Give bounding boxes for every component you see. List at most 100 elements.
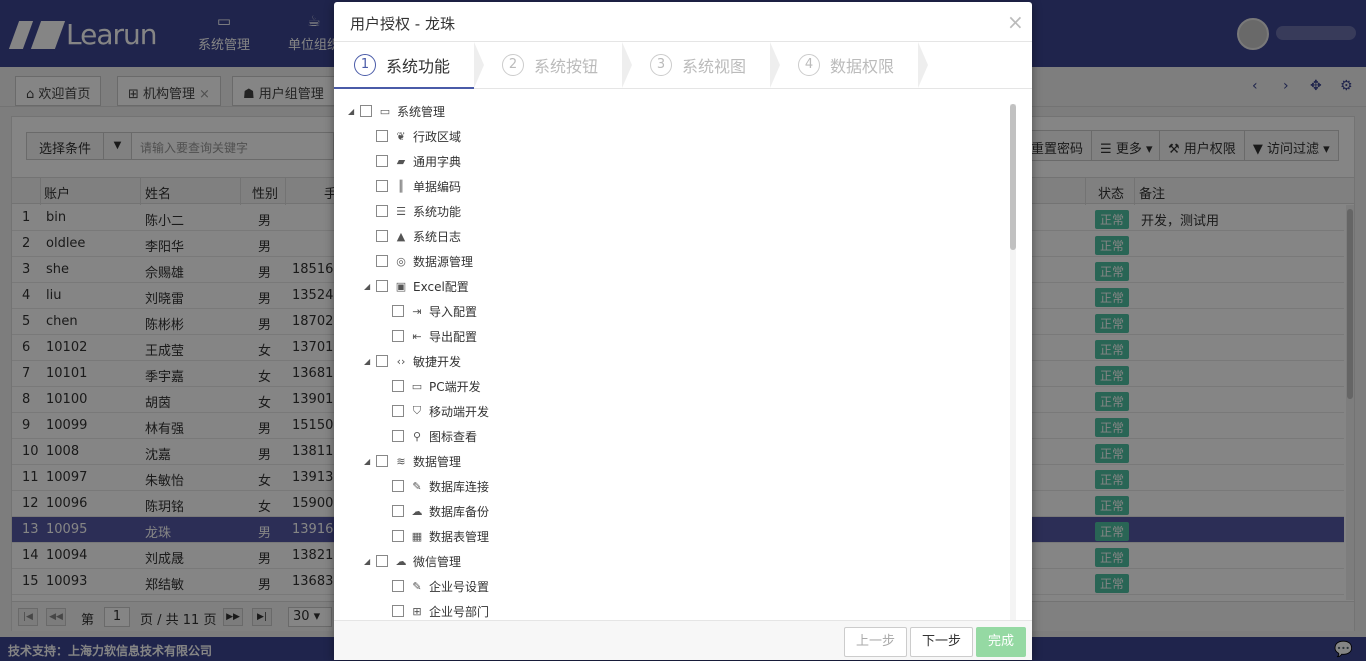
close-icon[interactable]: ×	[1007, 10, 1024, 34]
step-label: 系统按钮	[534, 57, 599, 76]
target-icon: ◎	[396, 254, 406, 268]
step-label: 系统功能	[386, 57, 451, 76]
tree-node[interactable]: ✎ 数据库连接	[380, 475, 489, 497]
tree-node[interactable]: ▭ PC端开发	[380, 375, 481, 397]
tree-checkbox[interactable]	[392, 580, 404, 592]
step-system-view[interactable]: 3 系统视图	[650, 42, 746, 88]
user-authorization-dialog: 用户授权 - 龙珠 × 1 系统功能 2 系统按钮 3 系统视图 4 数据权限 …	[334, 2, 1032, 660]
tree-node-label: 企业号设置	[429, 579, 490, 594]
tree-node[interactable]: ⚲ 图标查看	[380, 425, 477, 447]
tree-node[interactable]: ║ 单据编码	[364, 175, 461, 197]
tree-checkbox[interactable]	[376, 180, 388, 192]
tree-node[interactable]: ⇥ 导入配置	[380, 300, 477, 322]
tree-node-label: 数据库备份	[429, 504, 490, 519]
tree-checkbox[interactable]	[376, 280, 388, 292]
table-icon: ▦	[411, 529, 423, 543]
sign-in-icon: ⇥	[412, 304, 422, 318]
step-number: 3	[650, 54, 672, 76]
tree-node[interactable]: ▲ 系统日志	[364, 225, 461, 247]
plug-icon: ✎	[412, 579, 422, 593]
tree-node-label: 移动端开发	[429, 404, 490, 419]
step-label: 系统视图	[682, 57, 747, 76]
wizard-steps: 1 系统功能 2 系统按钮 3 系统视图 4 数据权限	[334, 41, 1032, 89]
tree-checkbox[interactable]	[376, 155, 388, 167]
tree-node[interactable]: ❦ 行政区域	[364, 125, 461, 147]
expand-toggle-icon[interactable]: ◢	[348, 107, 360, 116]
expand-toggle-icon[interactable]: ◢	[364, 357, 376, 366]
tree-node-label: 通用字典	[413, 154, 462, 169]
barcode-icon: ║	[397, 179, 405, 193]
tree-scrollbar[interactable]	[1010, 104, 1016, 620]
tree-node[interactable]: ◢ ≋ 数据管理	[364, 450, 461, 472]
tree-node-label: 敏捷开发	[413, 354, 462, 369]
tree-checkbox[interactable]	[392, 430, 404, 442]
tree-checkbox[interactable]	[376, 205, 388, 217]
html5-icon: ⛉	[412, 404, 422, 417]
tree-node[interactable]: ⊞ 企业号部门	[380, 600, 489, 620]
tree-checkbox[interactable]	[392, 480, 404, 492]
tree-checkbox[interactable]	[376, 255, 388, 267]
warning-icon: ▲	[396, 229, 406, 243]
tree-checkbox[interactable]	[376, 455, 388, 467]
dialog-title: 用户授权 - 龙珠	[350, 15, 455, 33]
tree-node-label: 数据管理	[413, 454, 462, 469]
step-system-function[interactable]: 1 系统功能	[354, 42, 450, 88]
tree-node-label: 数据表管理	[429, 529, 490, 544]
tree-node-label: 单据编码	[413, 179, 462, 194]
database-icon: ≋	[396, 454, 406, 468]
tree-node[interactable]: ◎ 数据源管理	[364, 250, 473, 272]
tree-checkbox[interactable]	[392, 305, 404, 317]
tree-checkbox[interactable]	[392, 530, 404, 542]
tree-checkbox[interactable]	[392, 505, 404, 517]
tree-checkbox[interactable]	[376, 230, 388, 242]
plug-icon: ✎	[412, 479, 422, 493]
monitor-icon: ▭	[411, 379, 423, 393]
tree-node[interactable]: ◢ ☁ 微信管理	[364, 550, 461, 572]
tree-checkbox[interactable]	[376, 130, 388, 142]
tree-node-label: 行政区域	[413, 129, 462, 144]
prev-step-button[interactable]: 上一步	[844, 627, 907, 657]
sitemap-icon: ⊞	[412, 604, 422, 618]
expand-toggle-icon[interactable]: ◢	[364, 557, 376, 566]
tree-checkbox[interactable]	[392, 330, 404, 342]
expand-toggle-icon[interactable]: ◢	[364, 457, 376, 466]
expand-toggle-icon[interactable]: ◢	[364, 282, 376, 291]
next-step-button[interactable]: 下一步	[910, 627, 973, 657]
tree-node-label: 微信管理	[413, 554, 462, 569]
step-label: 数据权限	[830, 57, 895, 76]
tree-node[interactable]: ✎ 企业号设置	[380, 575, 489, 597]
tree-node[interactable]: ◢ ▭ 系统管理	[348, 100, 445, 122]
step-data-permission[interactable]: 4 数据权限	[798, 42, 894, 88]
tree-checkbox[interactable]	[392, 405, 404, 417]
tree-checkbox[interactable]	[376, 355, 388, 367]
step-number: 2	[502, 54, 524, 76]
tree-node[interactable]: ⛉ 移动端开发	[380, 400, 489, 422]
tree-node-label: 图标查看	[429, 429, 478, 444]
tree-checkbox[interactable]	[392, 605, 404, 617]
wechat-icon: ☁	[395, 554, 407, 568]
tree-node-label: 数据库连接	[429, 479, 490, 494]
dialog-footer: 上一步 下一步 完成	[334, 620, 1032, 660]
cloud-upload-icon: ☁	[411, 504, 423, 518]
tree-node[interactable]: ▰ 通用字典	[364, 150, 461, 172]
tree-node[interactable]: ☁ 数据库备份	[380, 500, 489, 522]
tree-node[interactable]: ▦ 数据表管理	[380, 525, 489, 547]
step-system-button[interactable]: 2 系统按钮	[502, 42, 598, 88]
tree-node-label: 系统日志	[413, 229, 462, 244]
active-step-underline	[334, 87, 474, 89]
permission-tree: ◢ ▭ 系统管理 ❦ 行政区域 ▰ 通用字典 ║ 单据编码 ☰ 系统功能 ▲ 系统日志 ◎ 数据源管理 ◢ ▣ E…	[348, 100, 1008, 620]
tree-node[interactable]: ◢ ▣ Excel配置	[364, 275, 469, 297]
tree-node[interactable]: ☰ 系统功能	[364, 200, 461, 222]
leaf-icon: ❦	[396, 129, 406, 143]
tree-node-label: 导入配置	[429, 304, 478, 319]
tree-node-label: 系统功能	[413, 204, 462, 219]
tree-node-label: 系统管理	[397, 104, 446, 119]
tree-checkbox[interactable]	[376, 555, 388, 567]
tree-node-label: 数据源管理	[413, 254, 474, 269]
tree-checkbox[interactable]	[360, 105, 372, 117]
tree-checkbox[interactable]	[392, 380, 404, 392]
step-number: 1	[354, 54, 376, 76]
finish-button[interactable]: 完成	[976, 627, 1026, 657]
tree-node[interactable]: ◢ ‹› 敏捷开发	[364, 350, 461, 372]
tree-node[interactable]: ⇤ 导出配置	[380, 325, 477, 347]
